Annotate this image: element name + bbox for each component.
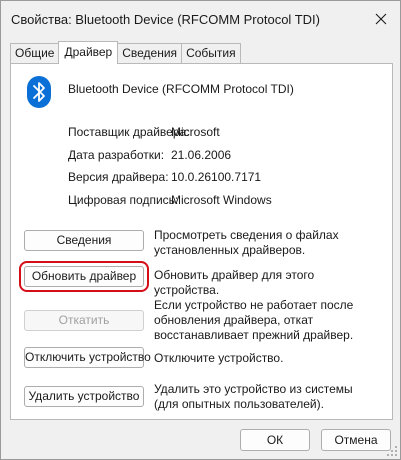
disable-device-description: Отключите устройство.	[154, 351, 284, 365]
window-title: Свойства: Bluetooth Device (RFCOMM Proto…	[11, 12, 320, 27]
tab-strip: Общие Драйвер Сведения События	[10, 41, 241, 64]
driver-details-description: Просмотреть сведения о файлах установлен…	[154, 228, 339, 257]
tab-details[interactable]: Сведения	[117, 43, 183, 64]
properties-dialog: Свойства: Bluetooth Device (RFCOMM Proto…	[0, 0, 401, 460]
uninstall-device-button[interactable]: Удалить устройство	[24, 386, 144, 407]
close-icon	[375, 13, 387, 25]
roll-back-driver-description: Если устройство не работает после обновл…	[154, 298, 354, 342]
bluetooth-icon	[27, 76, 51, 108]
tab-general[interactable]: Общие	[10, 43, 60, 64]
cancel-button[interactable]: Отмена	[321, 429, 391, 451]
resize-grip-icon[interactable]	[386, 445, 398, 457]
driver-version-label: Версия драйвера:	[68, 170, 169, 184]
driver-date-value: 21.06.2006	[171, 148, 232, 162]
digital-signer-value: Microsoft Windows	[171, 193, 272, 207]
tab-driver[interactable]: Драйвер	[58, 41, 119, 64]
tab-events[interactable]: События	[181, 43, 241, 64]
driver-date-label: Дата разработки:	[68, 148, 165, 162]
driver-provider-value: Microsoft	[171, 125, 220, 139]
driver-details-button[interactable]: Сведения	[24, 230, 144, 251]
uninstall-device-description: Удалить это устройство из системы (для о…	[154, 382, 353, 411]
roll-back-driver-button[interactable]: Откатить	[24, 310, 144, 331]
ok-button[interactable]: ОК	[240, 429, 310, 451]
device-name: Bluetooth Device (RFCOMM Protocol TDI)	[68, 82, 294, 96]
title-bar[interactable]: Свойства: Bluetooth Device (RFCOMM Proto…	[1, 1, 400, 39]
driver-version-value: 10.0.26100.7171	[171, 170, 262, 184]
close-button[interactable]	[368, 7, 394, 31]
update-driver-button[interactable]: Обновить драйвер	[19, 261, 149, 292]
digital-signer-label: Цифровая подпись:	[68, 193, 179, 207]
update-driver-description: Обновить драйвер для этого устройства.	[154, 268, 315, 297]
disable-device-button[interactable]: Отключить устройство	[24, 347, 151, 368]
